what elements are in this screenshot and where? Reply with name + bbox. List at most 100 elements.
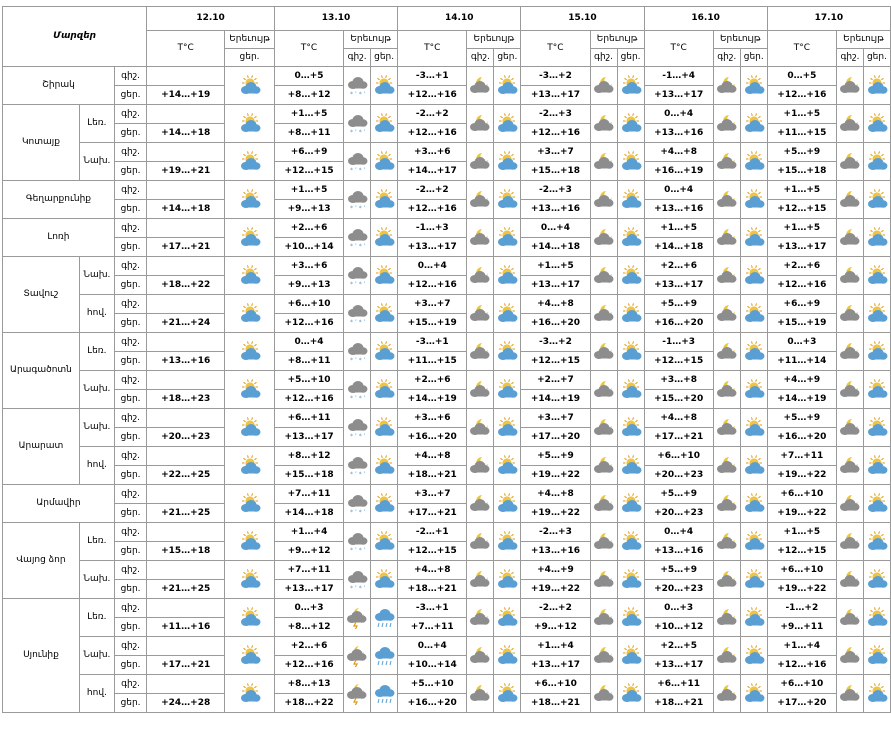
sun-behind-cloud-icon <box>862 104 891 143</box>
day-header: ցեր. <box>616 48 645 67</box>
temperature-range: +7…+11 <box>397 617 468 637</box>
temperature-range: +12…+16 <box>766 655 837 675</box>
temperature-range: +8…+11 <box>273 351 345 371</box>
table-row: Շիրակ գիշ. 0…+5 * ’ * ’ -3…+1 -3…+2 -1…+4 0…+5 <box>2 66 891 105</box>
sun-behind-cloud-icon <box>493 218 522 257</box>
region-name: Լոռի <box>2 218 115 257</box>
svg-text:* ’ * ’: * ’ * ’ <box>350 281 366 287</box>
temperature-range: +1…+5 <box>766 218 837 238</box>
moon-behind-gray-cloud-icon <box>712 370 741 409</box>
day-label: ցեր. <box>113 655 148 675</box>
temperature-range: +13…+17 <box>643 85 714 105</box>
temperature-range: -2…+2 <box>397 180 468 200</box>
svg-text:* ’ * ’: * ’ * ’ <box>350 167 366 173</box>
temperature-range: +12…+16 <box>766 275 837 295</box>
temperature-range: +7…+11 <box>766 446 837 466</box>
forecast-table: Մարզեր 12.10 13.10 14.10 15.10 16.10 17.… <box>1 6 891 713</box>
zone-label: Նախ. <box>78 408 115 447</box>
temperature-range: +2…+6 <box>273 636 345 656</box>
sun-behind-cloud-icon <box>224 294 275 333</box>
sun-behind-cloud-icon <box>616 446 645 485</box>
table-row: Գեղարքունիք գիշ. +1…+5 * ’ * ’ -2…+2 -2…+3 0…+… <box>2 180 891 219</box>
sun-behind-cloud-icon <box>862 560 891 599</box>
sun-behind-cloud-icon <box>370 294 399 333</box>
svg-text:* ’ * ’: * ’ * ’ <box>350 91 366 97</box>
date-header: 16.10 <box>643 6 768 31</box>
sun-behind-cloud-icon <box>739 560 768 599</box>
day-label: ցեր. <box>113 389 148 409</box>
temperature-range: +13…+17 <box>273 579 345 599</box>
sun-behind-cloud-icon <box>370 142 399 181</box>
table-row: հով. գիշ. +6…+10 * ’ * ’ +3…+7 +4…+8 +5…+9 +6…+… <box>3 294 891 333</box>
temperature-range: 0…+3 <box>766 332 837 352</box>
sun-behind-cloud-icon <box>616 636 645 675</box>
day-header: ցեր. <box>224 48 275 67</box>
svg-text:* ’ * ’: * ’ * ’ <box>350 395 366 401</box>
weather-column-header: Երեւույթ <box>343 30 399 49</box>
temperature-range: +8…+11 <box>273 123 345 143</box>
temperature-range: +7…+11 <box>273 560 345 580</box>
moon-behind-gray-cloud-icon <box>712 408 741 447</box>
temperature-range: +14…+19 <box>766 389 837 409</box>
temperature-range: +4…+9 <box>520 560 591 580</box>
sun-behind-cloud-icon <box>862 598 891 637</box>
day-label: ցեր. <box>113 85 148 105</box>
temperature-range: +5…+9 <box>766 408 837 428</box>
temperature-range: +13…+17 <box>520 85 591 105</box>
temperature-range: +11…+15 <box>766 123 837 143</box>
table-row: Տավուշ Նախ. գիշ. +3…+6 * ’ * ’ 0…+4 +1…+5 +2…+6… <box>2 256 891 333</box>
table-row: Նախ. գիշ. +5…+10 * ’ * ’ +2…+6 +2…+7 +3…+8 +4…+… <box>3 370 891 409</box>
cloud-rain-snow-icon: * ’ * ’ <box>343 142 372 181</box>
svg-text:* ’ * ’: * ’ * ’ <box>350 243 366 249</box>
day-header: ցեր. <box>493 48 522 67</box>
region-name: Արագածոտն <box>2 332 80 409</box>
temperature-range: +20…+23 <box>643 465 714 485</box>
temperature-range: +17…+21 <box>643 427 714 447</box>
temperature-range: +3…+6 <box>397 408 468 428</box>
temperature-range: +1…+5 <box>766 104 837 124</box>
temperature-range: +12…+15 <box>643 351 714 371</box>
temperature-range: +4…+8 <box>643 408 714 428</box>
forecast-body: Շիրակ գիշ. 0…+5 * ’ * ’ -3…+1 -3…+2 -1…+4 0…+5 ց… <box>2 66 891 713</box>
moon-behind-gray-cloud-icon <box>835 446 864 485</box>
temperature-range <box>146 104 226 124</box>
sun-behind-cloud-icon <box>493 636 522 675</box>
sun-behind-cloud-icon <box>493 370 522 409</box>
temperature-range: +14…+18 <box>520 237 591 257</box>
moon-behind-gray-cloud-icon <box>589 142 618 181</box>
region-name: Սյունիք <box>2 598 80 713</box>
date-header: 17.10 <box>766 6 891 31</box>
cloud-rain-snow-icon: * ’ * ’ <box>343 104 372 143</box>
temperature-range: +3…+7 <box>520 408 591 428</box>
sun-behind-cloud-icon <box>616 142 645 181</box>
temperature-range: +6…+10 <box>520 674 591 694</box>
temperature-range: -2…+1 <box>397 522 468 542</box>
temp-column-header: T°C <box>146 30 226 67</box>
temperature-range: +18…+21 <box>643 693 714 713</box>
moon-behind-gray-cloud-icon <box>835 560 864 599</box>
day-label: ցեր. <box>113 427 148 447</box>
sun-behind-cloud-icon <box>224 484 275 523</box>
sun-behind-cloud-icon <box>224 256 275 295</box>
temperature-range: -1…+3 <box>397 218 468 238</box>
temperature-range: +17…+21 <box>397 503 468 523</box>
temperature-range: +6…+11 <box>273 408 345 428</box>
temperature-range: +13…+17 <box>643 655 714 675</box>
temperature-range: +9…+12 <box>520 617 591 637</box>
moon-behind-gray-cloud-icon <box>712 294 741 333</box>
table-row: Նախ. գիշ. +2…+6 0…+4 +1…+4 +2…+5 +1…+4 <box>3 636 891 675</box>
table-title: Մարզեր <box>1 6 148 67</box>
temperature-range: +6…+11 <box>643 674 714 694</box>
temperature-range: 0…+4 <box>643 180 714 200</box>
zone-label: Նախ. <box>78 256 115 295</box>
moon-behind-gray-cloud-icon <box>589 218 618 257</box>
sun-behind-cloud-icon <box>370 256 399 295</box>
sun-behind-cloud-icon <box>493 332 522 371</box>
sun-behind-cloud-icon <box>616 180 645 219</box>
moon-behind-gray-cloud-icon <box>835 218 864 257</box>
temperature-range: +3…+6 <box>397 142 468 162</box>
sun-behind-cloud-icon <box>493 674 522 713</box>
temperature-range: +13…+16 <box>520 199 591 219</box>
moon-behind-gray-cloud-icon <box>589 484 618 523</box>
temperature-range: +12…+16 <box>397 199 468 219</box>
